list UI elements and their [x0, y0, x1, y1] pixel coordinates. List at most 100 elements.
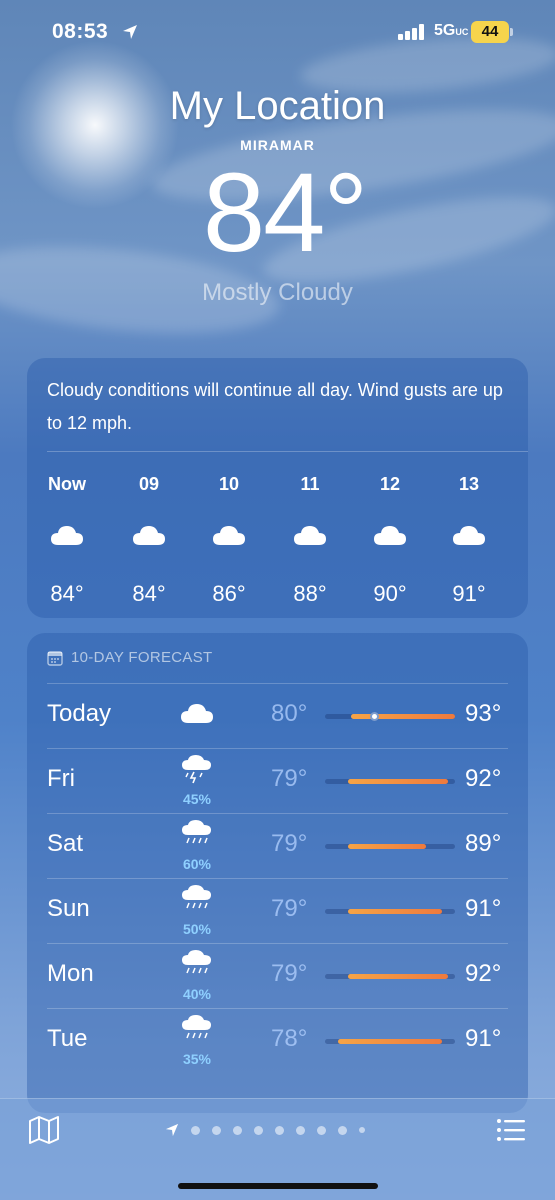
day-label: Mon — [47, 960, 94, 987]
list-icon[interactable] — [496, 1117, 526, 1143]
page-dot[interactable] — [275, 1125, 284, 1135]
page-dot[interactable] — [233, 1125, 242, 1135]
cloud-icon — [175, 701, 219, 731]
home-indicator[interactable] — [178, 1183, 378, 1189]
temperature-range-bar — [325, 1039, 455, 1044]
day-label: Sun — [47, 895, 90, 922]
high-temperature: 92° — [465, 960, 502, 987]
cloud-icon — [270, 523, 350, 553]
battery-tip — [510, 28, 513, 36]
hour-temperature: 91° — [452, 581, 486, 604]
low-temperature: 78° — [271, 1025, 308, 1052]
page-dot[interactable] — [191, 1125, 200, 1135]
hour-label: Now — [48, 474, 86, 494]
temperature-range-fill — [348, 974, 449, 979]
current-condition: Mostly Cloudy — [202, 279, 353, 306]
hour-temperature: 88° — [293, 581, 327, 604]
day-label: Sat — [47, 830, 84, 857]
thunderstorm-icon — [175, 754, 219, 784]
hourly-item: Now 84° — [27, 474, 107, 604]
precip-chance: 35% — [182, 1051, 212, 1067]
current-temperature: 84° — [202, 150, 368, 275]
page-dot[interactable] — [317, 1125, 326, 1135]
low-temperature: 79° — [271, 830, 308, 857]
hour-label: 09 — [138, 474, 160, 494]
rain-icon — [175, 949, 219, 979]
precip-chance: 45% — [182, 791, 212, 807]
hour-label: 12 — [379, 474, 401, 494]
calendar-icon — [47, 650, 63, 666]
hour-temperature: 90° — [373, 581, 407, 604]
current-weather-header: My Location MIRAMAR 84° Mostly Cloudy — [0, 84, 555, 307]
low-temperature: 79° — [271, 895, 308, 922]
forecast-heading-label: 10-DAY FORECAST — [71, 649, 213, 666]
weather-summary: Cloudy conditions will continue all day.… — [47, 380, 503, 433]
cloud-icon — [27, 523, 107, 553]
page-dot[interactable] — [296, 1125, 305, 1135]
temperature-range-bar — [325, 712, 455, 721]
low-temperature: 80° — [271, 700, 308, 727]
page-dot[interactable] — [359, 1127, 365, 1133]
network-type: 5GUC — [434, 22, 469, 39]
forecast-day-row[interactable]: Sat 60% 79° 89° — [27, 813, 528, 878]
precip-chance: 50% — [182, 921, 212, 937]
low-temperature: 79° — [271, 960, 308, 987]
cloud-icon — [189, 523, 269, 553]
hourly-item: 11 88° — [270, 474, 350, 604]
forecast-day-row[interactable]: Today 80° 93° — [27, 683, 528, 748]
status-time: 08:53 — [52, 20, 109, 43]
hour-label: 11 — [300, 474, 320, 494]
precip-chance: 40% — [182, 986, 212, 1002]
temperature-range-bar — [325, 909, 455, 914]
day-label: Today — [47, 700, 112, 727]
temperature-range-fill — [338, 1039, 442, 1044]
high-temperature: 89° — [465, 830, 502, 857]
hourly-item: 13 91° — [429, 474, 509, 604]
temperature-range-bar — [325, 779, 455, 784]
location-pager[interactable] — [165, 1123, 365, 1137]
forecast-day-row[interactable]: Mon 40% 79° 92° — [27, 943, 528, 1008]
temperature-range-bar — [325, 844, 455, 849]
cloud-icon — [429, 523, 509, 553]
hourly-item: 10 86° — [189, 474, 269, 604]
page-dot[interactable] — [212, 1125, 221, 1135]
hour-label: 13 — [458, 474, 480, 494]
forecast-day-row[interactable]: Sun 50% 79° 91° — [27, 878, 528, 943]
hourly-forecast-card[interactable]: Cloudy conditions will continue all day.… — [27, 358, 528, 618]
map-icon[interactable] — [28, 1115, 60, 1145]
high-temperature: 92° — [465, 765, 502, 792]
battery-indicator: 44 — [471, 21, 509, 43]
temperature-range-fill — [348, 844, 427, 849]
current-temp-marker — [370, 712, 380, 721]
hour-temperature: 86° — [212, 581, 246, 604]
precip-chance: 60% — [182, 856, 212, 872]
cellular-signal-icon — [398, 24, 426, 40]
temperature-range-fill — [348, 909, 442, 914]
page-dot[interactable] — [338, 1125, 347, 1135]
rain-icon — [175, 884, 219, 914]
forecast-day-row[interactable]: Tue 35% 78° 91° — [27, 1008, 528, 1073]
hour-label: 10 — [218, 474, 240, 494]
page-dot[interactable] — [254, 1125, 263, 1135]
day-label: Tue — [47, 1025, 88, 1052]
cloud-icon — [350, 523, 430, 553]
hour-temperature: 84° — [132, 581, 166, 604]
hourly-item: 09 84° — [109, 474, 189, 604]
temperature-range-bar — [325, 974, 455, 979]
forecast-day-row[interactable]: Fri 45% 79° 92° — [27, 748, 528, 813]
temperature-range-fill — [348, 779, 449, 784]
current-location-page-icon[interactable] — [165, 1123, 179, 1137]
temperature-range-fill — [351, 714, 455, 719]
rain-icon — [175, 819, 219, 849]
hour-temperature: 84° — [50, 581, 84, 604]
status-bar: 08:53 5GUC 44 — [0, 0, 555, 66]
location-arrow-icon — [123, 25, 137, 39]
ten-day-forecast-card[interactable]: 10-DAY FORECAST Today 80° 93° Fri 45% 79° 92° S… — [27, 633, 528, 1113]
forecast-heading: 10-DAY FORECAST — [47, 649, 212, 666]
hourly-item: 12 90° — [350, 474, 430, 604]
high-temperature: 93° — [465, 700, 502, 727]
card-divider — [47, 451, 528, 452]
hourly-scroll[interactable]: Now 84° 09 84° 10 86° 11 88° 12 90° 13 91° — [27, 474, 528, 604]
low-temperature: 79° — [271, 765, 308, 792]
day-label: Fri — [47, 765, 75, 792]
